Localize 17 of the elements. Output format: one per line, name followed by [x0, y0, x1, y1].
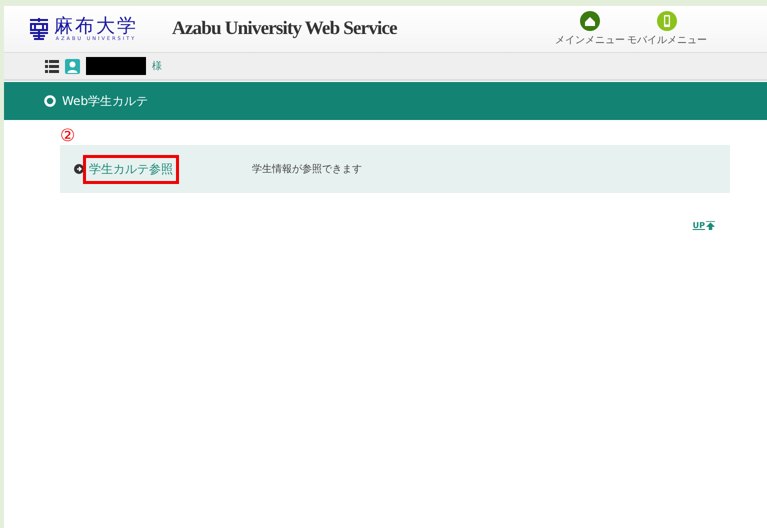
logo-text: 麻布大学 [54, 16, 138, 36]
site-title: Azabu University Web Service [172, 18, 397, 40]
up-link[interactable]: UP [692, 221, 715, 230]
menu-button[interactable]: モバイルメニュー [627, 11, 707, 47]
circle-icon [44, 95, 56, 107]
menu-button[interactable]: メインメニュー [555, 11, 625, 47]
phone-icon [657, 11, 677, 31]
user-icon [65, 58, 80, 74]
emblem-icon [28, 17, 50, 41]
section-title: Web学生カルテ [62, 92, 148, 110]
arrow-icon [74, 164, 84, 174]
annotation-marker: ② [60, 128, 76, 145]
home-icon [580, 11, 600, 31]
menu-description: 学生情報が参照できます [252, 162, 362, 176]
honorific: 様 [152, 60, 162, 73]
list-icon[interactable] [45, 60, 59, 72]
menu-link[interactable]: 学生カルテ参照 [86, 158, 176, 180]
